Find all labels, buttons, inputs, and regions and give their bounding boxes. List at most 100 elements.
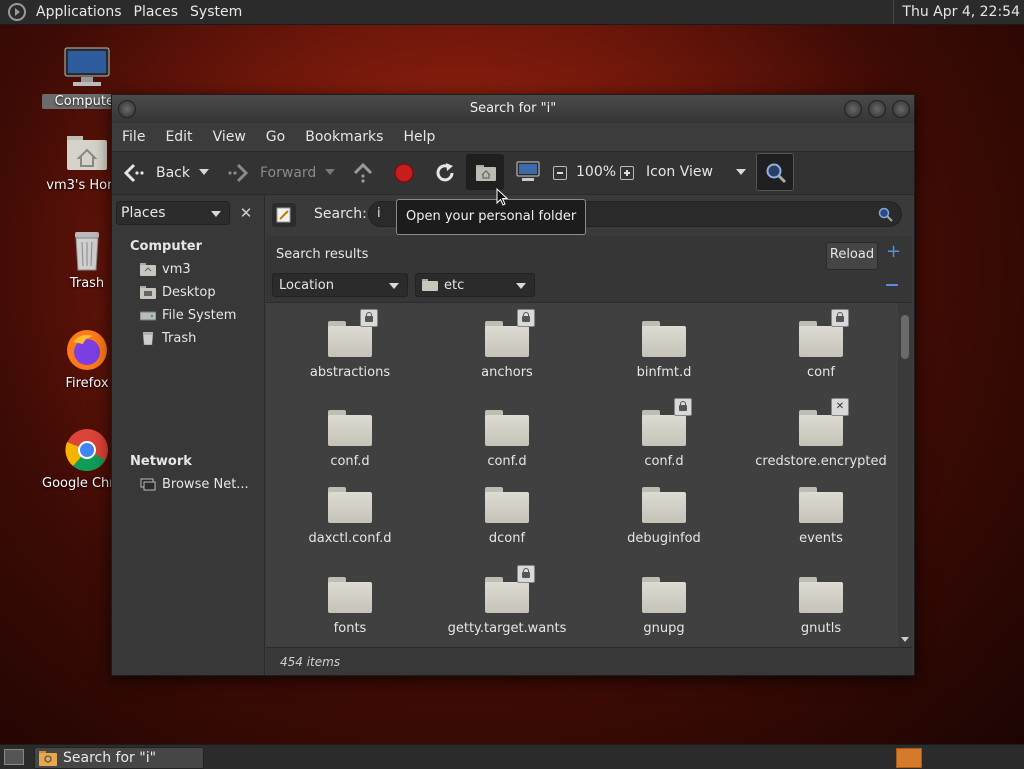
folder-icon (642, 577, 686, 613)
menu-bookmarks[interactable]: Bookmarks (295, 129, 393, 145)
file-item[interactable]: events (743, 487, 898, 546)
zoom-in-icon (624, 170, 630, 176)
minimize-button[interactable] (844, 100, 862, 118)
system-menu[interactable]: System (184, 4, 248, 20)
forward-history-dropdown[interactable] (325, 169, 335, 175)
window-titlebar[interactable]: Search for "i" (112, 95, 914, 123)
add-criterion-button[interactable]: + (886, 242, 901, 262)
zoom-level[interactable]: 100% (576, 164, 616, 180)
folder-icon (642, 321, 686, 357)
trash-icon (63, 228, 111, 272)
forward-button[interactable]: Forward (226, 162, 316, 184)
sidebar-item-trash[interactable]: Trash (140, 331, 196, 346)
menu-edit[interactable]: Edit (155, 129, 202, 145)
file-name: gnupg (643, 621, 685, 636)
file-item[interactable]: fonts (272, 577, 428, 636)
file-name: gnutls (800, 621, 842, 636)
sidebar-item-browse-network[interactable]: Browse Net... (140, 477, 249, 492)
file-name: debuginfod (627, 531, 701, 546)
menu-view[interactable]: View (203, 129, 256, 145)
folder-icon (485, 565, 535, 613)
file-name: credstore.encrypted (755, 454, 887, 469)
chevron-down-icon (516, 283, 526, 289)
file-item[interactable]: debuginfod (586, 487, 742, 546)
search-icon[interactable] (878, 207, 893, 222)
places-combo[interactable]: Places (116, 201, 230, 225)
file-name: conf.d (487, 454, 527, 469)
search-toggle-button[interactable] (756, 153, 794, 191)
sidebar-heading-computer: Computer (130, 239, 203, 254)
computer-icon (516, 161, 540, 181)
bottom-panel: Search for "i" (0, 744, 1024, 769)
location-value-combo[interactable]: etc (415, 273, 535, 297)
stop-button[interactable] (394, 163, 414, 187)
reload-toolbar-button[interactable] (434, 162, 456, 188)
forward-label: Forward (260, 165, 317, 181)
view-mode-dropdown[interactable] (736, 169, 746, 175)
vertical-scrollbar[interactable] (898, 303, 912, 647)
file-name: conf.d (330, 454, 370, 469)
top-panel: Applications Places System Thu Apr 4, 22… (0, 0, 1024, 25)
sidebar-item-vm3[interactable]: vm3 (140, 262, 191, 277)
toolbar: Back Forward 100% Icon View (112, 151, 914, 195)
zoom-in-button[interactable] (620, 166, 634, 180)
edit-location-button[interactable] (272, 203, 296, 227)
file-item[interactable]: binfmt.d (586, 321, 742, 380)
firefox-icon (63, 328, 111, 372)
file-item[interactable]: conf.d (429, 410, 585, 469)
file-item[interactable]: gnupg (586, 577, 742, 636)
home-button[interactable] (466, 154, 504, 190)
menu-go[interactable]: Go (256, 129, 295, 145)
taskbar-window-button[interactable]: Search for "i" (34, 747, 204, 769)
scroll-down-arrow-icon[interactable] (901, 637, 909, 642)
scrollbar-thumb[interactable] (901, 315, 909, 359)
menu-file[interactable]: File (112, 129, 155, 145)
criterion-type-combo[interactable]: Location (272, 273, 408, 297)
close-sidebar-button[interactable]: ✕ (234, 201, 258, 225)
file-item[interactable]: anchors (429, 309, 585, 380)
file-item[interactable]: conf (743, 309, 898, 380)
close-button[interactable] (892, 100, 910, 118)
home-folder-icon (63, 130, 111, 174)
folder-icon (422, 279, 438, 291)
search-bar: Search: i (266, 195, 912, 235)
folder-icon (485, 309, 535, 357)
folder-icon (328, 487, 372, 523)
up-button[interactable] (352, 162, 374, 188)
desktop-folder-icon (140, 286, 156, 299)
window-menu-button[interactable] (118, 100, 136, 118)
show-desktop-icon[interactable] (4, 749, 24, 765)
reload-button[interactable]: Reload (826, 242, 878, 270)
file-item[interactable]: dconf (429, 487, 585, 546)
clock[interactable]: Thu Apr 4, 22:54 (893, 0, 1020, 24)
file-item[interactable]: conf.d (586, 398, 742, 469)
file-item[interactable]: abstractions (272, 309, 428, 380)
places-menu[interactable]: Places (128, 4, 185, 20)
file-name: conf.d (644, 454, 684, 469)
home-button-tooltip: Open your personal folder (396, 199, 587, 235)
sidebar-item-file-system[interactable]: File System (140, 308, 236, 323)
view-mode-combo[interactable]: Icon View (646, 164, 713, 180)
menu-help[interactable]: Help (393, 129, 445, 145)
computer-button[interactable] (516, 161, 540, 187)
back-button[interactable]: Back (122, 162, 190, 184)
folder-icon (799, 487, 843, 523)
file-item[interactable]: ✕ credstore.encrypted (743, 398, 898, 469)
remove-criterion-button[interactable] (886, 284, 898, 286)
folder-icon (799, 577, 843, 613)
system-logo-icon[interactable] (8, 3, 26, 21)
file-item[interactable]: gnutls (743, 577, 898, 636)
sidebar-item-desktop[interactable]: Desktop (140, 285, 216, 300)
file-item[interactable]: getty.target.wants (429, 565, 585, 636)
workspace-switcher[interactable] (896, 748, 922, 768)
applications-menu[interactable]: Applications (30, 4, 128, 20)
file-grid: abstractions anchors binfmt.d conf conf.… (266, 303, 898, 647)
file-item[interactable]: conf.d (272, 410, 428, 469)
file-item[interactable]: daxctl.conf.d (272, 487, 428, 546)
file-name: daxctl.conf.d (308, 531, 392, 546)
back-history-dropdown[interactable] (199, 169, 209, 175)
zoom-out-button[interactable] (553, 166, 567, 180)
main-pane: Search: i Search results Reload + Locati… (266, 195, 912, 675)
maximize-button[interactable] (868, 100, 886, 118)
search-label: Search: (314, 206, 367, 222)
